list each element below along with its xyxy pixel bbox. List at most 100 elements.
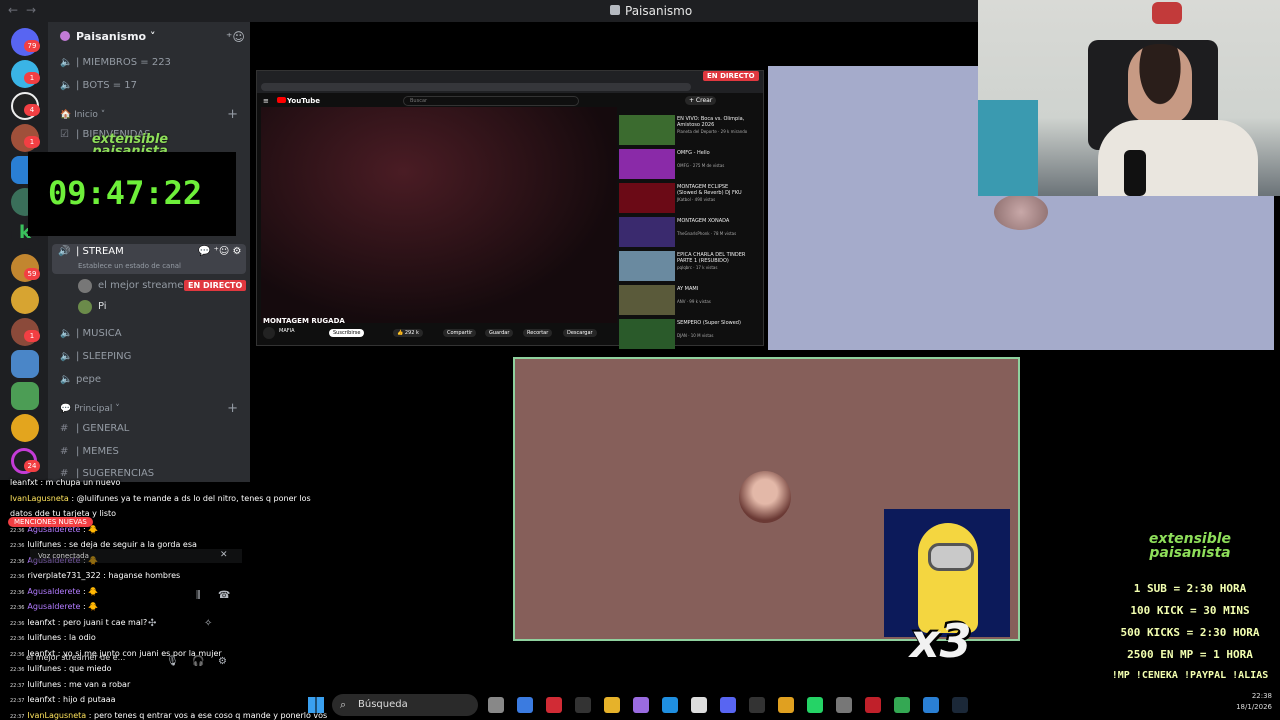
recommended-video[interactable]: MONTAGEM XONADA TheGnarlsPhonk · 78 M vis… xyxy=(619,217,759,247)
clock-date[interactable]: 18/1/2026 xyxy=(1226,703,1272,711)
hash-icon: # xyxy=(60,446,69,457)
video-player[interactable] xyxy=(261,107,617,323)
headphones-icon[interactable]: 🎧 xyxy=(192,656,204,667)
server-icon[interactable] xyxy=(11,382,39,410)
voice-channel-sleeping[interactable]: 🔈 | SLEEPING xyxy=(60,351,131,362)
chat-username: leanfxt xyxy=(27,695,56,704)
chat-message: 22:36Agusalderete : 🐥 xyxy=(10,587,98,596)
category-inicio[interactable]: 🏠 Inicio ˅ xyxy=(60,110,105,120)
voice-channel-musica[interactable]: 🔈 | MUSICA xyxy=(60,328,122,339)
channel-stream-selected[interactable]: 🔊 | STREAM Establece un estado de canal … xyxy=(52,244,246,274)
recommended-video[interactable]: MONTAGEM ECLIPSE (Slowed & Reverb) DJ FK… xyxy=(619,183,759,213)
share-button[interactable]: Compartir xyxy=(443,329,477,337)
settings-icon[interactable] xyxy=(836,697,852,713)
voice-connected-bar[interactable]: Voz conectada xyxy=(30,549,242,563)
chat-username: lulifunes xyxy=(27,679,62,689)
live-badge: EN DIRECTO xyxy=(703,71,759,81)
speaker-icon: 🔈 xyxy=(60,328,73,339)
chrome-icon[interactable] xyxy=(778,697,794,713)
voice-channel-members[interactable]: 🔈 | MIEMBROS = 223 xyxy=(60,57,171,68)
server-icon[interactable] xyxy=(11,286,39,314)
microphone-icon[interactable]: 🎙 xyxy=(166,656,179,667)
new-mentions-badge[interactable]: MENCIONES NUEVAS xyxy=(8,517,93,527)
opera-icon[interactable] xyxy=(546,697,562,713)
user-panel-name[interactable]: el mejor streamer de e... xyxy=(26,653,125,662)
store-icon[interactable] xyxy=(575,697,591,713)
chrome2-icon[interactable] xyxy=(894,697,910,713)
krisp-icon[interactable]: ✧ xyxy=(204,618,212,629)
clip-button[interactable]: Recortar xyxy=(523,329,553,337)
channel-actions-icon[interactable]: 💬 ⁺☺ ⚙ xyxy=(198,246,241,257)
avatar xyxy=(78,279,92,293)
settings-icon[interactable]: ⚙ xyxy=(218,656,227,667)
add-member-icon[interactable]: ⁺☺ xyxy=(226,30,245,44)
user-pi[interactable]: Pi xyxy=(98,301,107,312)
channel-general[interactable]: # | GENERAL xyxy=(60,423,129,434)
explorer-icon[interactable] xyxy=(604,697,620,713)
video-title: EN VIVO: Boca vs. Olimpia, Amistoso 2026 xyxy=(677,116,745,128)
voice-channel-pepe[interactable]: 🔈 pepe xyxy=(60,374,101,385)
youtube-screen-share[interactable]: EN DIRECTO ≡ YouTube Buscar + Crear MONT… xyxy=(256,70,764,349)
files-icon[interactable] xyxy=(488,697,504,713)
goals-logo: extensible paisanista xyxy=(1148,531,1232,561)
vscode-icon[interactable] xyxy=(923,697,939,713)
voice-channel-bots[interactable]: 🔈 | BOTS = 17 xyxy=(60,80,137,91)
add-channel-icon[interactable]: + xyxy=(227,401,238,416)
recommended-video[interactable]: EPICA CHARLA DEL TINDER PARTE 1 (RESUBID… xyxy=(619,251,759,281)
download-button[interactable]: Descargar xyxy=(563,329,597,337)
recommended-video[interactable]: EN VIVO: Boca vs. Olimpia, Amistoso 2026… xyxy=(619,115,759,145)
stream-chat-overlay: leanfxt : m chupa un nuevo IvanLagusneta … xyxy=(0,476,330,720)
chat-message: 22:36Agusalderete : 🐥 xyxy=(10,602,98,611)
chat-text: : me van a robar xyxy=(61,679,131,689)
fries-icon[interactable] xyxy=(11,414,39,442)
server-header[interactable]: Paisanismo ˅ xyxy=(60,30,155,43)
like-button[interactable]: 👍 292 k xyxy=(393,329,423,337)
whatsapp-icon[interactable] xyxy=(807,697,823,713)
soundboard-icon[interactable]: ⫼ xyxy=(196,590,201,601)
server-icon[interactable] xyxy=(11,350,39,378)
chat-text: : se deja de seguir a la gorda esa xyxy=(61,540,197,549)
pen-icon[interactable] xyxy=(633,697,649,713)
disconnect-icon[interactable]: ☎ xyxy=(218,590,230,601)
app-icon[interactable] xyxy=(865,697,881,713)
badge-count: 1 xyxy=(24,72,40,84)
server-rail: 79 1 4 1 k 59 1 24 xyxy=(0,22,48,480)
streamer-name[interactable]: el mejor streamer... xyxy=(98,280,196,291)
taskbar-search[interactable]: ⌕ Búsqueda xyxy=(332,694,478,716)
video-thumbnail xyxy=(619,115,675,145)
menu-icon[interactable]: ≡ xyxy=(263,97,269,105)
discord-icon[interactable] xyxy=(720,697,736,713)
recommended-video[interactable]: OMFG - Hello OMFG · 275 M de vistas xyxy=(619,149,759,179)
video-thumbnail xyxy=(619,319,675,349)
close-icon[interactable]: ✕ xyxy=(220,550,228,560)
channel-name[interactable]: MAFIA xyxy=(279,328,295,334)
create-button[interactable]: + Crear xyxy=(685,96,717,105)
windows-start-icon[interactable] xyxy=(308,697,324,713)
activity-icon[interactable]: ✣ xyxy=(148,618,156,629)
recommended-video[interactable]: SEMPERO (Super Slowed) DJAN · 10 M vistas xyxy=(619,319,759,349)
copilot-icon[interactable] xyxy=(517,697,533,713)
steam-icon[interactable] xyxy=(952,697,968,713)
chat-username: leanfxt xyxy=(27,617,56,627)
recommended-video[interactable]: AY MAMI ANV · 99 k vistas xyxy=(619,285,759,315)
video-meta: ANV · 99 k vistas xyxy=(677,299,711,304)
clock-time[interactable]: 22:38 xyxy=(1232,692,1272,700)
back-icon[interactable]: ← xyxy=(8,3,18,17)
github-icon[interactable] xyxy=(691,697,707,713)
forward-icon[interactable]: → xyxy=(26,3,36,17)
add-channel-icon[interactable]: + xyxy=(227,107,238,122)
search-input[interactable]: Buscar xyxy=(403,96,579,106)
edge-icon[interactable] xyxy=(662,697,678,713)
channel-memes[interactable]: # | MEMES xyxy=(60,446,119,457)
streamer-head xyxy=(1128,44,1192,124)
save-button[interactable]: Guardar xyxy=(485,329,514,337)
terminal-icon[interactable] xyxy=(749,697,765,713)
address-bar[interactable] xyxy=(261,83,691,91)
window-title: Paisanismo xyxy=(625,4,693,18)
subscribe-button[interactable]: Suscribirse xyxy=(329,329,365,337)
chat-timestamp: 22:36 xyxy=(10,620,25,627)
channel-avatar[interactable] xyxy=(263,327,275,339)
search-icon: ⌕ xyxy=(340,698,347,711)
category-principal[interactable]: 💬 Principal ˅ xyxy=(60,404,120,414)
channel-label: | GENERAL xyxy=(76,423,130,434)
